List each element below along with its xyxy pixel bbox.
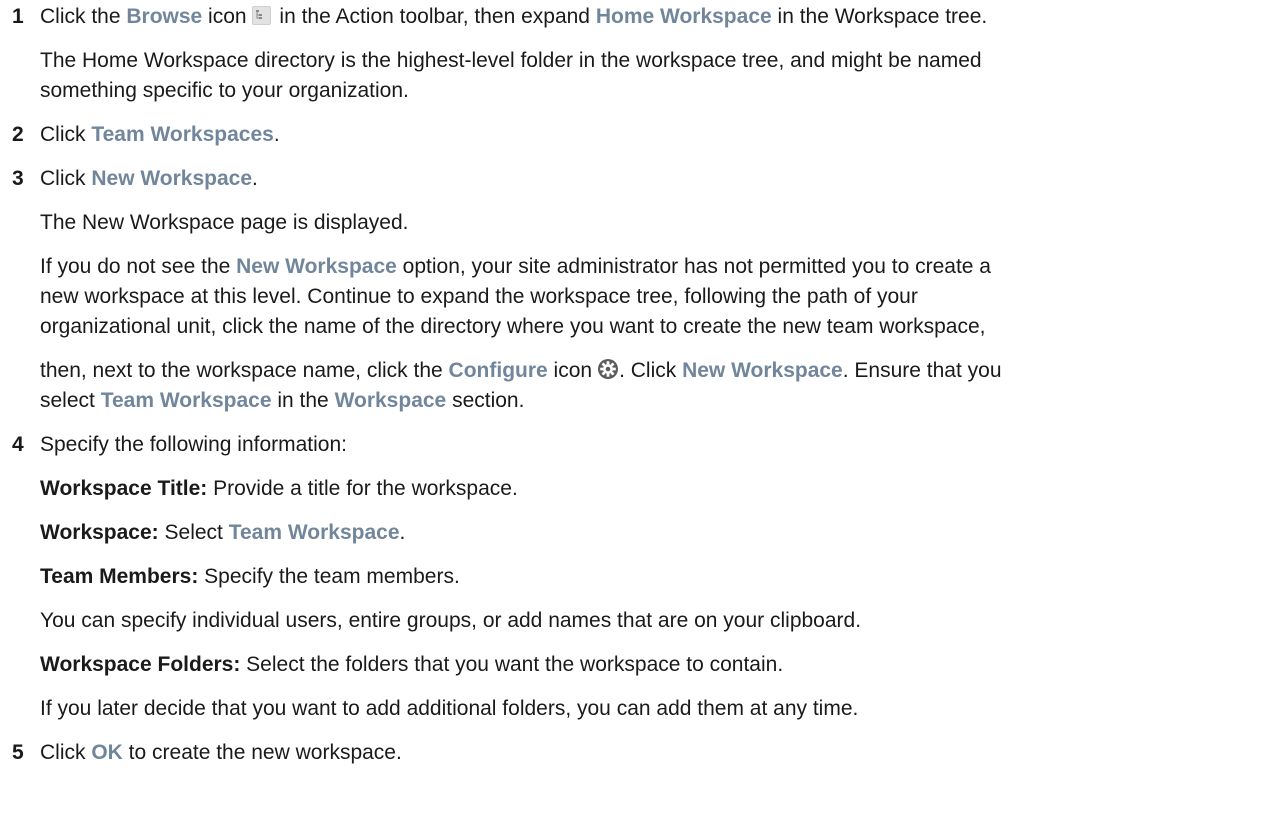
team-workspaces-label: Team Workspaces <box>91 123 274 146</box>
team-members-note: You can specify individual users, entire… <box>40 609 862 632</box>
field-workspace: Workspace: Select Team Workspace. <box>40 521 406 544</box>
instructions-page: 1 Click the Browse icon in the Action to… <box>0 0 1277 829</box>
gear-icon <box>598 359 619 379</box>
step-3-note: If you do not see the New Workspace opti… <box>40 255 991 278</box>
step-3-note: organizational unit, click the name of t… <box>40 315 986 338</box>
browse-label: Browse <box>126 5 203 28</box>
step-3-text: Click New Workspace. <box>40 167 258 190</box>
configure-label: Configure <box>448 359 548 382</box>
step-3-note: The New Workspace page is displayed. <box>40 211 409 234</box>
browse-icon <box>251 6 271 25</box>
step-number: 2 <box>12 123 24 146</box>
workspace-label: Workspace <box>334 389 447 412</box>
step-2-text: Click Team Workspaces. <box>40 123 280 146</box>
step-5-text: Click OK to create the new workspace. <box>40 741 402 764</box>
home-workspace-label: Home Workspace <box>595 5 772 28</box>
step-4-text: Specify the following information: <box>40 433 347 456</box>
field-workspace-title: Workspace Title: Provide a title for the… <box>40 477 518 500</box>
step-number: 5 <box>12 741 24 764</box>
field-workspace-folders: Workspace Folders: Select the folders th… <box>40 653 784 676</box>
step-1-text: Click the Browse icon in the Action tool… <box>40 5 988 28</box>
team-workspace-label: Team Workspace <box>100 389 272 412</box>
new-workspace-label: New Workspace <box>682 359 843 382</box>
new-workspace-label: New Workspace <box>236 255 397 278</box>
step-3-note: select Team Workspace in the Workspace s… <box>40 389 525 412</box>
step-3-note: then, next to the workspace name, click … <box>40 359 1002 382</box>
ok-label: OK <box>91 741 123 764</box>
step-number: 4 <box>12 433 24 456</box>
step-number: 3 <box>12 167 24 190</box>
field-team-members: Team Members: Specify the team members. <box>40 565 460 588</box>
step-1-note: The Home Workspace directory is the high… <box>40 49 982 72</box>
workspace-folders-note: If you later decide that you want to add… <box>40 697 859 720</box>
step-number: 1 <box>12 5 24 28</box>
team-workspace-label: Team Workspace <box>228 521 400 544</box>
step-3-note: new workspace at this level. Continue to… <box>40 285 918 308</box>
new-workspace-label: New Workspace <box>91 167 253 190</box>
step-1-note: something specific to your organization. <box>40 79 409 102</box>
